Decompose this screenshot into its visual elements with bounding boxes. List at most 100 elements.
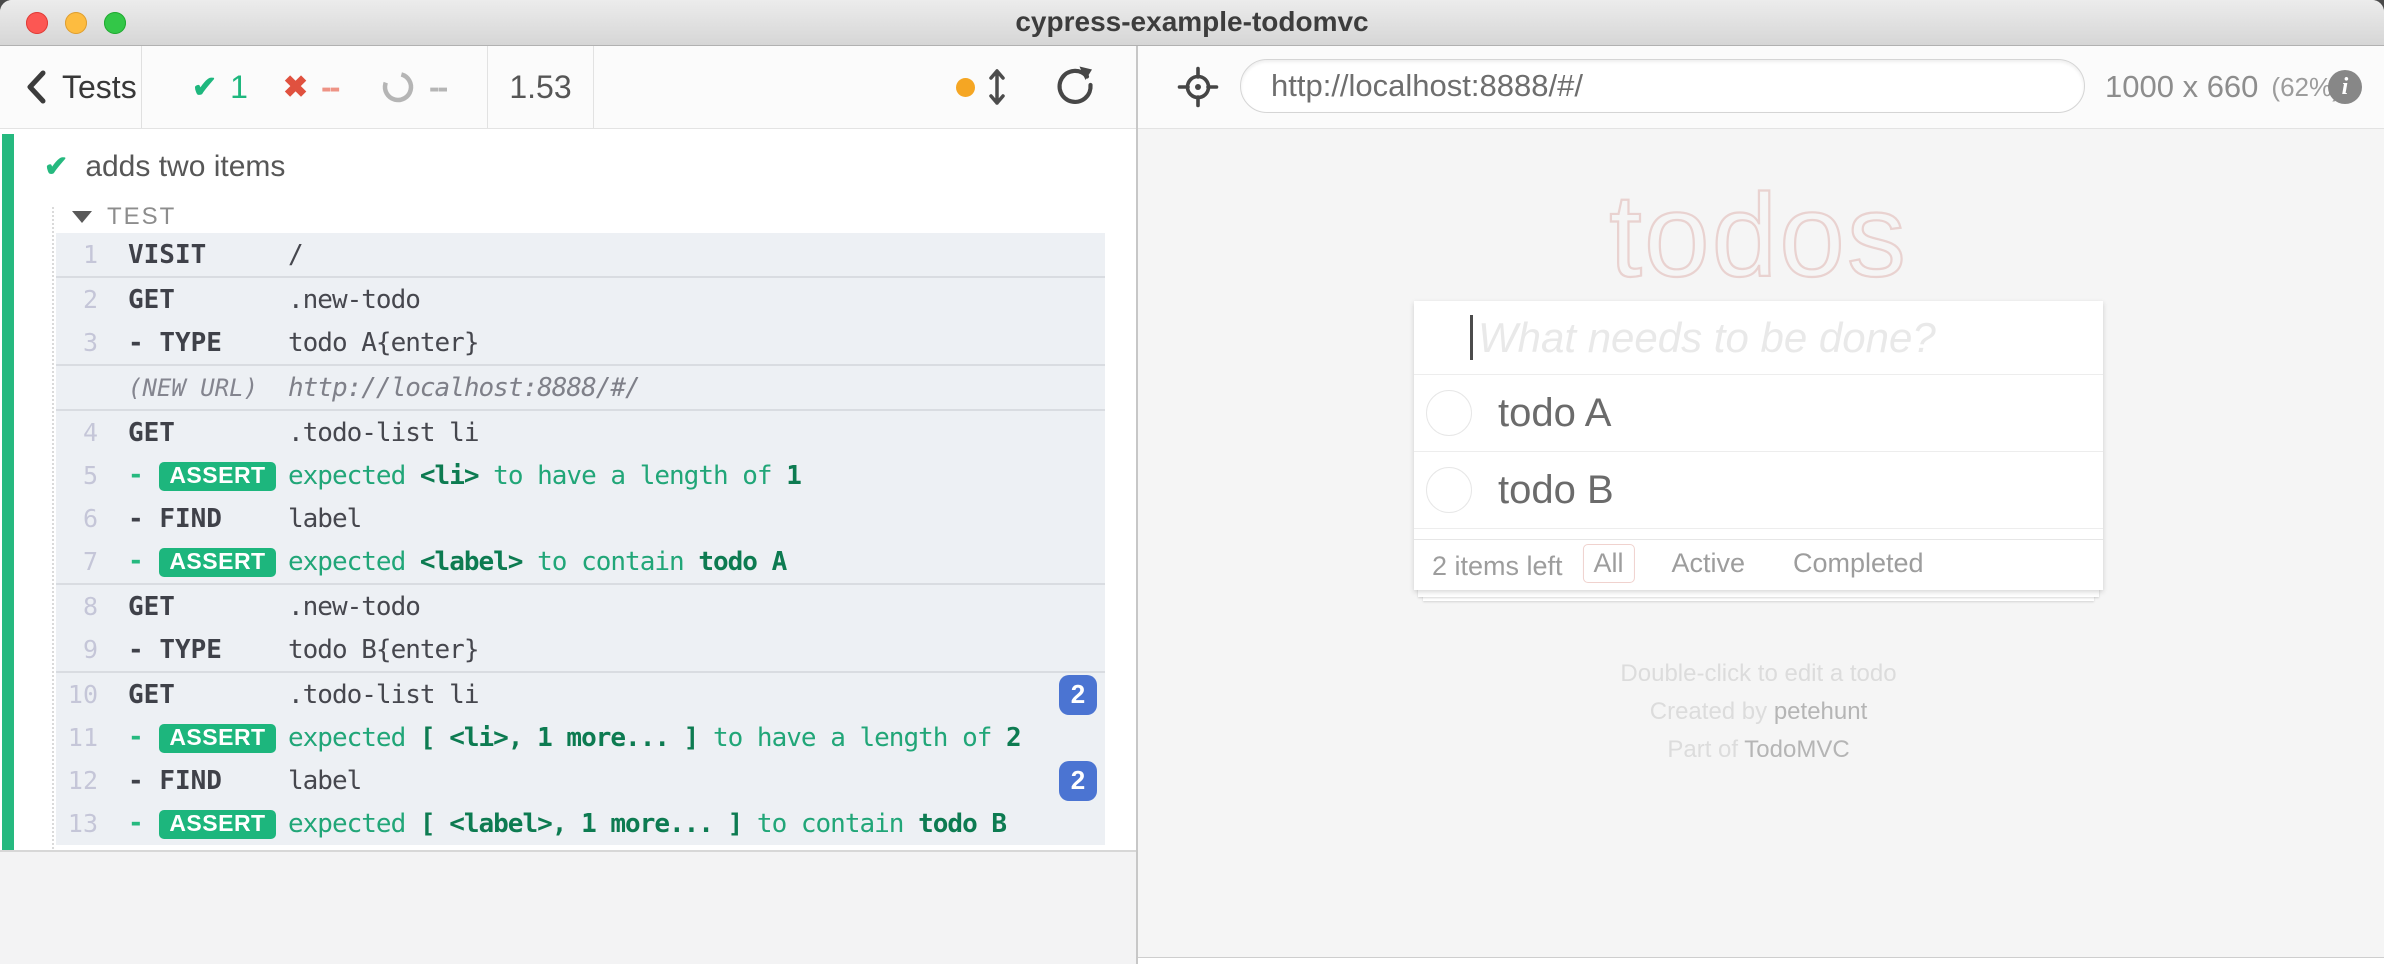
command-method: - TYPE [128,635,288,665]
command-row[interactable]: 4GET.todo-list li [56,409,1105,454]
command-row[interactable]: 7- ASSERTexpected <label> to contain tod… [56,540,1105,583]
assert-badge: ASSERT [159,548,275,577]
command-method: (NEW URL) [128,374,288,402]
close-window-button[interactable] [26,12,48,34]
stat-pending: -- [380,46,446,128]
command-row[interactable]: (NEW URL)http://localhost:8888/#/ [56,364,1105,409]
todo-item[interactable]: todo B [1414,451,2103,528]
command-message: .new-todo [288,592,1105,622]
command-log-panel: ✔ adds two items TEST 1VISIT/2GET.new-to… [0,129,1136,964]
command-message: label [288,766,1059,796]
command-message: .todo-list li [288,680,1059,710]
disclosure-triangle-icon [72,211,92,223]
back-to-tests-button[interactable]: Tests [0,46,142,128]
command-row[interactable]: 12- FINDlabel2 [56,759,1105,802]
test-title-row[interactable]: ✔ adds two items [44,149,285,184]
command-number: 5 [56,461,98,490]
todo-item[interactable]: todo A [1414,374,2103,451]
command-row[interactable]: 1 VISIT/ [56,233,1105,276]
aut-url: http://localhost:8888/#/ [1271,68,1583,104]
app-info-link[interactable]: petehunt [1774,698,1867,725]
command-child-dash: - [128,766,159,796]
scroll-arrows-icon [987,63,1007,111]
command-message: label [288,504,1105,534]
pending-circle-icon [380,69,416,105]
assert-badge: ASSERT [159,462,275,491]
todo-footer: 2 items left AllActiveCompleted [1414,539,2103,590]
command-number: 11 [56,723,98,752]
command-number: 8 [56,592,98,621]
todo-toggle-checkbox[interactable] [1426,390,1472,436]
auto-scroll-indicator[interactable] [956,46,1007,128]
back-to-tests-label: Tests [62,69,137,106]
command-number: 3 [56,328,98,357]
reporter-pane: Tests ✔ 1 ✖ -- -- 1.53 [0,46,1138,964]
element-count-badge: 2 [1059,761,1097,801]
text-caret [1470,315,1473,360]
app-info: Double-click to edit a todoCreated by pe… [1414,655,2103,769]
command-child-dash: - [128,328,159,358]
command-method: - ASSERT [128,722,288,753]
aut-viewport: todos What needs to be done? todo Atodo … [1138,129,2384,964]
command-row[interactable]: 11- ASSERTexpected [ <li>, 1 more... ] t… [56,716,1105,759]
test-passed-check-icon: ✔ [44,149,68,184]
command-log: 1VISIT/2GET.new-todo3- TYPEtodo A{enter}… [56,233,1105,845]
command-number: 4 [56,418,98,447]
command-message: / [288,240,1105,270]
command-number: 9 [56,635,98,664]
todo-filters: All Active Completed [1582,544,1934,583]
test-section-header[interactable]: TEST [72,203,176,231]
selector-playground-button[interactable] [1176,46,1220,128]
app-info-line: Part of TodoMVC [1414,731,2103,769]
command-number: 2 [56,285,98,314]
stat-failed: ✖ -- [283,46,338,128]
filter-all[interactable]: All [1582,544,1634,583]
app-info-line: Created by petehunt [1414,693,2103,731]
filter-active[interactable]: Active [1660,544,1756,583]
command-row[interactable]: 3- TYPEtodo A{enter} [56,321,1105,364]
element-count-badge: 2 [1059,675,1097,715]
todo-toggle-checkbox[interactable] [1426,467,1472,513]
command-row[interactable]: 5- ASSERTexpected <li> to have a length … [56,454,1105,497]
command-number: 1 [56,240,98,269]
aut-url-bar[interactable]: http://localhost:8888/#/ [1240,59,2085,113]
new-todo-input[interactable]: What needs to be done? [1414,301,2103,374]
command-method: VISIT [128,240,288,270]
reporter-footer-area [0,850,1136,964]
command-row[interactable]: 10GET.todo-list li2 [56,671,1105,716]
command-row[interactable]: 6- FINDlabel [56,497,1105,540]
aut-toolbar: http://localhost:8888/#/ 1000 x 660 (62%… [1138,46,2384,129]
command-method: - FIND [128,504,288,534]
check-icon: ✔ [192,70,217,105]
command-row[interactable]: 13- ASSERTexpected [ <label>, 1 more... … [56,802,1105,845]
command-message: expected <li> to have a length of 1 [288,461,1105,491]
zoom-window-button[interactable] [104,12,126,34]
command-method: - ASSERT [128,546,288,577]
command-number: 7 [56,547,98,576]
command-row[interactable]: 9- TYPEtodo B{enter} [56,628,1105,671]
app-info-line: Double-click to edit a todo [1414,655,2103,693]
command-row[interactable]: 2GET.new-todo [56,276,1105,321]
reporter-toolbar: Tests ✔ 1 ✖ -- -- 1.53 [0,46,1136,129]
command-child-dash: - [128,808,159,838]
app-info-link[interactable]: TodoMVC [1744,736,1849,763]
x-icon: ✖ [283,70,308,105]
command-child-dash: - [128,546,159,576]
viewport-info-button[interactable]: i [2328,70,2362,104]
test-passed-strip [2,134,14,850]
minimize-window-button[interactable] [65,12,87,34]
command-number: 12 [56,766,98,795]
filter-completed[interactable]: Completed [1782,544,1935,583]
test-title: adds two items [85,150,285,184]
titlebar: cypress-example-todomvc [0,0,2384,46]
rerun-tests-button[interactable] [1052,46,1098,128]
todo-footer-divider [1414,528,2103,539]
command-method: GET [128,680,288,710]
test-duration: 1.53 [488,46,593,128]
refresh-icon [1052,64,1098,110]
command-child-dash: - [128,460,159,490]
chevron-left-icon [24,69,48,105]
command-row[interactable]: 8GET.new-todo [56,583,1105,628]
command-method: - ASSERT [128,460,288,491]
todo-item-label: todo B [1498,468,1614,513]
